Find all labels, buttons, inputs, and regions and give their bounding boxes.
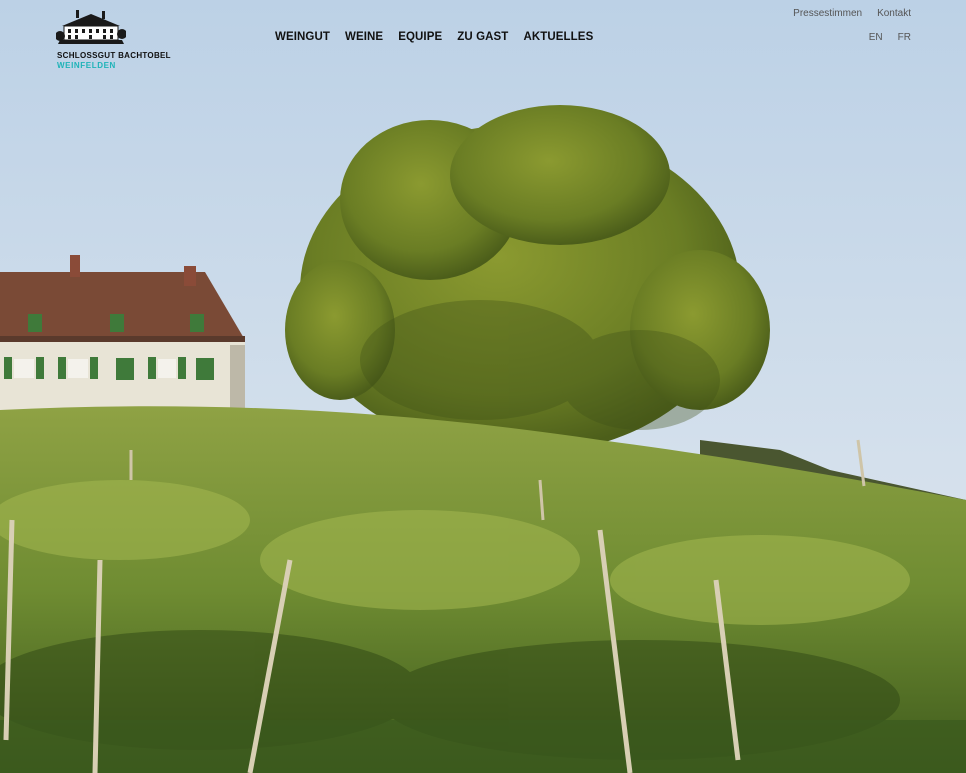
- manor-house: [0, 255, 245, 418]
- nav-item-zu-gast[interactable]: ZU GAST: [457, 31, 508, 43]
- language-en-link[interactable]: EN: [869, 32, 883, 43]
- nav-item-aktuelles[interactable]: AKTUELLES: [523, 31, 593, 43]
- main-navigation: WEINGUT WEINE EQUIPE ZU GAST AKTUELLES: [275, 31, 608, 43]
- hero-image: [0, 0, 966, 773]
- kontakt-link[interactable]: Kontakt: [877, 8, 911, 19]
- castle-logo-icon: [56, 10, 126, 44]
- nav-item-weingut[interactable]: WEINGUT: [275, 31, 330, 43]
- nav-item-weine[interactable]: WEINE: [345, 31, 383, 43]
- vineyard-photo: [0, 0, 966, 773]
- language-fr-link[interactable]: FR: [898, 32, 911, 43]
- nav-item-equipe[interactable]: EQUIPE: [398, 31, 442, 43]
- logo-line1: SCHLOSSGUT BACHTOBEL: [57, 51, 171, 60]
- utility-links: Pressestimmen Kontakt: [778, 8, 911, 19]
- logo-line2: WEINFELDEN: [57, 61, 116, 70]
- site-logo[interactable]: SCHLOSSGUT BACHTOBEL WEINFELDEN: [56, 8, 176, 70]
- pressestimmen-link[interactable]: Pressestimmen: [793, 8, 862, 19]
- language-switcher: EN FR: [854, 32, 911, 43]
- site-header: SCHLOSSGUT BACHTOBEL WEINFELDEN WEINGUT …: [0, 0, 966, 80]
